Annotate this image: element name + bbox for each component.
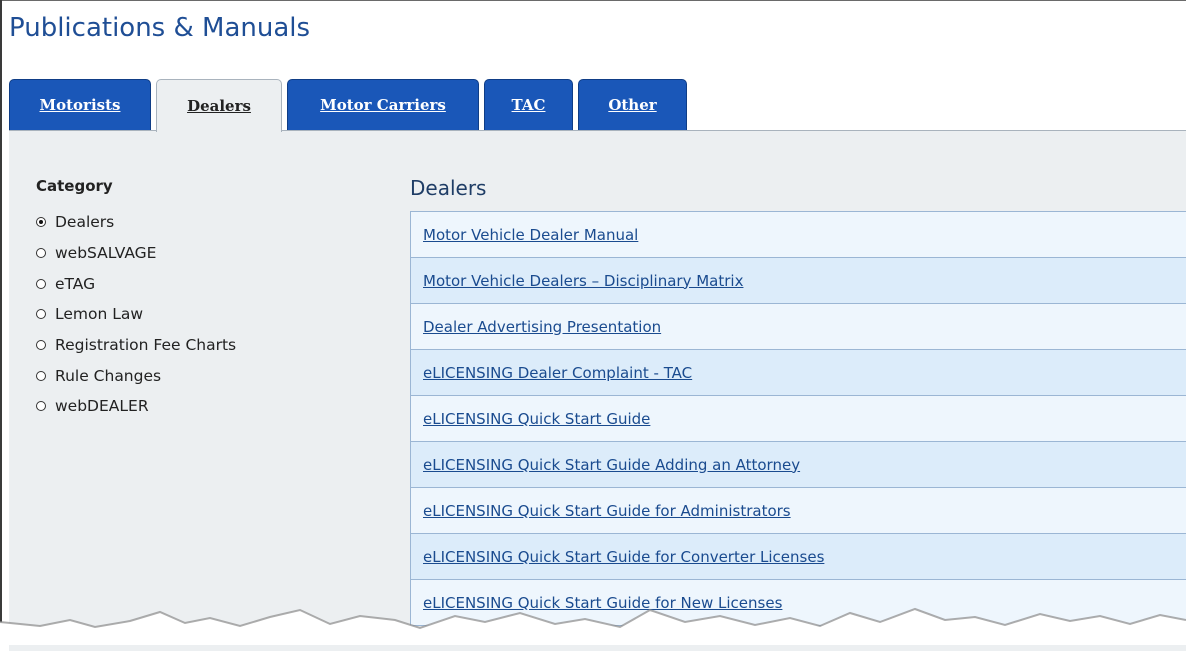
category-option-label: Dealers (55, 213, 115, 232)
tab-motorists[interactable]: Motorists (9, 79, 151, 130)
tab-tac[interactable]: TAC (484, 79, 573, 130)
category-option-label: Registration Fee Charts (55, 336, 237, 355)
radio-button[interactable] (36, 401, 46, 412)
tab-dealers[interactable]: Dealers (156, 79, 282, 132)
page-title: Publications & Manuals (9, 13, 311, 43)
screenshot-frame-left (0, 0, 2, 640)
radio-button[interactable] (36, 340, 46, 351)
publication-link[interactable]: eLICENSING Quick Start Guide for Convert… (423, 548, 824, 566)
list-item: eLICENSING Quick Start Guide for Convert… (411, 534, 1186, 580)
category-option-rule-changes[interactable]: Rule Changes (36, 360, 236, 391)
list-item: eLICENSING Quick Start Guide (411, 396, 1186, 442)
publication-link[interactable]: Motor Vehicle Dealers – Disciplinary Mat… (423, 272, 743, 290)
category-radio-group: Dealers webSALVAGE eTAG Lemon Law Regist… (36, 207, 236, 422)
section-title: Dealers (410, 176, 487, 200)
list-item: eLICENSING Quick Start Guide Adding an A… (411, 442, 1186, 488)
list-item: Motor Vehicle Dealers – Disciplinary Mat… (411, 258, 1186, 304)
category-option-registration-fee-charts[interactable]: Registration Fee Charts (36, 330, 236, 361)
category-option-label: webSALVAGE (55, 244, 157, 263)
screenshot-frame-top (0, 0, 1186, 1)
radio-button[interactable] (36, 309, 46, 320)
category-heading: Category (36, 177, 113, 195)
tab-other[interactable]: Other (578, 79, 687, 130)
tab-motor-carriers[interactable]: Motor Carriers (287, 79, 479, 130)
radio-button-selected[interactable] (36, 217, 46, 228)
publication-link[interactable]: eLICENSING Quick Start Guide for Adminis… (423, 502, 791, 520)
category-option-webdealer[interactable]: webDEALER (36, 391, 236, 422)
tab-bar: Motorists Dealers Motor Carriers TAC Oth… (9, 79, 1186, 132)
publication-link[interactable]: eLICENSING Quick Start Guide (423, 410, 650, 428)
radio-button[interactable] (36, 278, 46, 289)
category-option-label: eTAG (55, 274, 96, 293)
list-item: Dealer Advertising Presentation (411, 304, 1186, 350)
category-option-label: webDEALER (55, 397, 149, 416)
list-item: eLICENSING Quick Start Guide for Adminis… (411, 488, 1186, 534)
radio-button[interactable] (36, 370, 46, 381)
category-option-websalvage[interactable]: webSALVAGE (36, 238, 236, 269)
category-option-label: Lemon Law (55, 305, 144, 324)
publication-link[interactable]: Motor Vehicle Dealer Manual (423, 226, 638, 244)
list-item: eLICENSING Dealer Complaint - TAC (411, 350, 1186, 396)
radio-button[interactable] (36, 248, 46, 259)
publication-links-list: Motor Vehicle Dealer Manual Motor Vehicl… (410, 211, 1186, 626)
publication-link[interactable]: Dealer Advertising Presentation (423, 318, 661, 336)
publication-link[interactable]: eLICENSING Dealer Complaint - TAC (423, 364, 692, 382)
category-option-label: Rule Changes (55, 366, 162, 385)
category-option-dealers[interactable]: Dealers (36, 207, 236, 238)
publication-link[interactable]: eLICENSING Quick Start Guide Adding an A… (423, 456, 800, 474)
torn-edge-decoration (0, 607, 1186, 645)
list-item: Motor Vehicle Dealer Manual (411, 212, 1186, 258)
category-option-lemon-law[interactable]: Lemon Law (36, 299, 236, 330)
category-option-etag[interactable]: eTAG (36, 268, 236, 299)
